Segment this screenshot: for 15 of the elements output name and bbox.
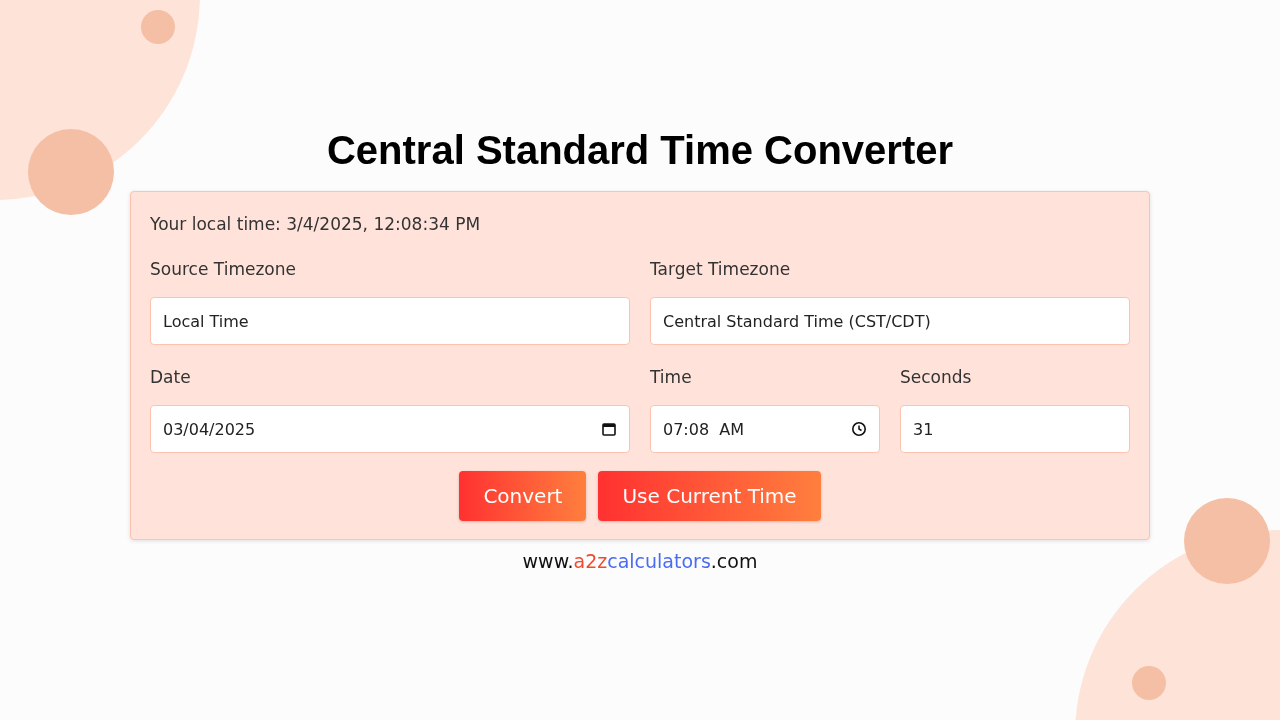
field-label: Source Timezone bbox=[150, 259, 297, 279]
field-label: Target Timezone bbox=[650, 259, 792, 279]
date-input[interactable]: 03/04/2025 bbox=[150, 405, 630, 453]
seconds-input[interactable]: 31 bbox=[900, 405, 1130, 453]
clock-icon[interactable] bbox=[851, 421, 867, 437]
field-label: Time bbox=[650, 367, 693, 387]
timezone-select[interactable]: Local Time bbox=[150, 297, 630, 345]
local-time-text: Your local time: 3/4/2025, 12:08:34 PM bbox=[150, 214, 482, 234]
website-url: www.a2zcalculators.com bbox=[522, 550, 758, 572]
field-label: Seconds bbox=[900, 367, 973, 387]
page-title: Central Standard Time Converter bbox=[326, 128, 954, 173]
calendar-icon[interactable] bbox=[601, 421, 617, 437]
time-input[interactable]: 07:08 AM bbox=[650, 405, 880, 453]
timezone-select[interactable]: Central Standard Time (CST/CDT) bbox=[650, 297, 1130, 345]
field-label: Date bbox=[150, 367, 192, 387]
